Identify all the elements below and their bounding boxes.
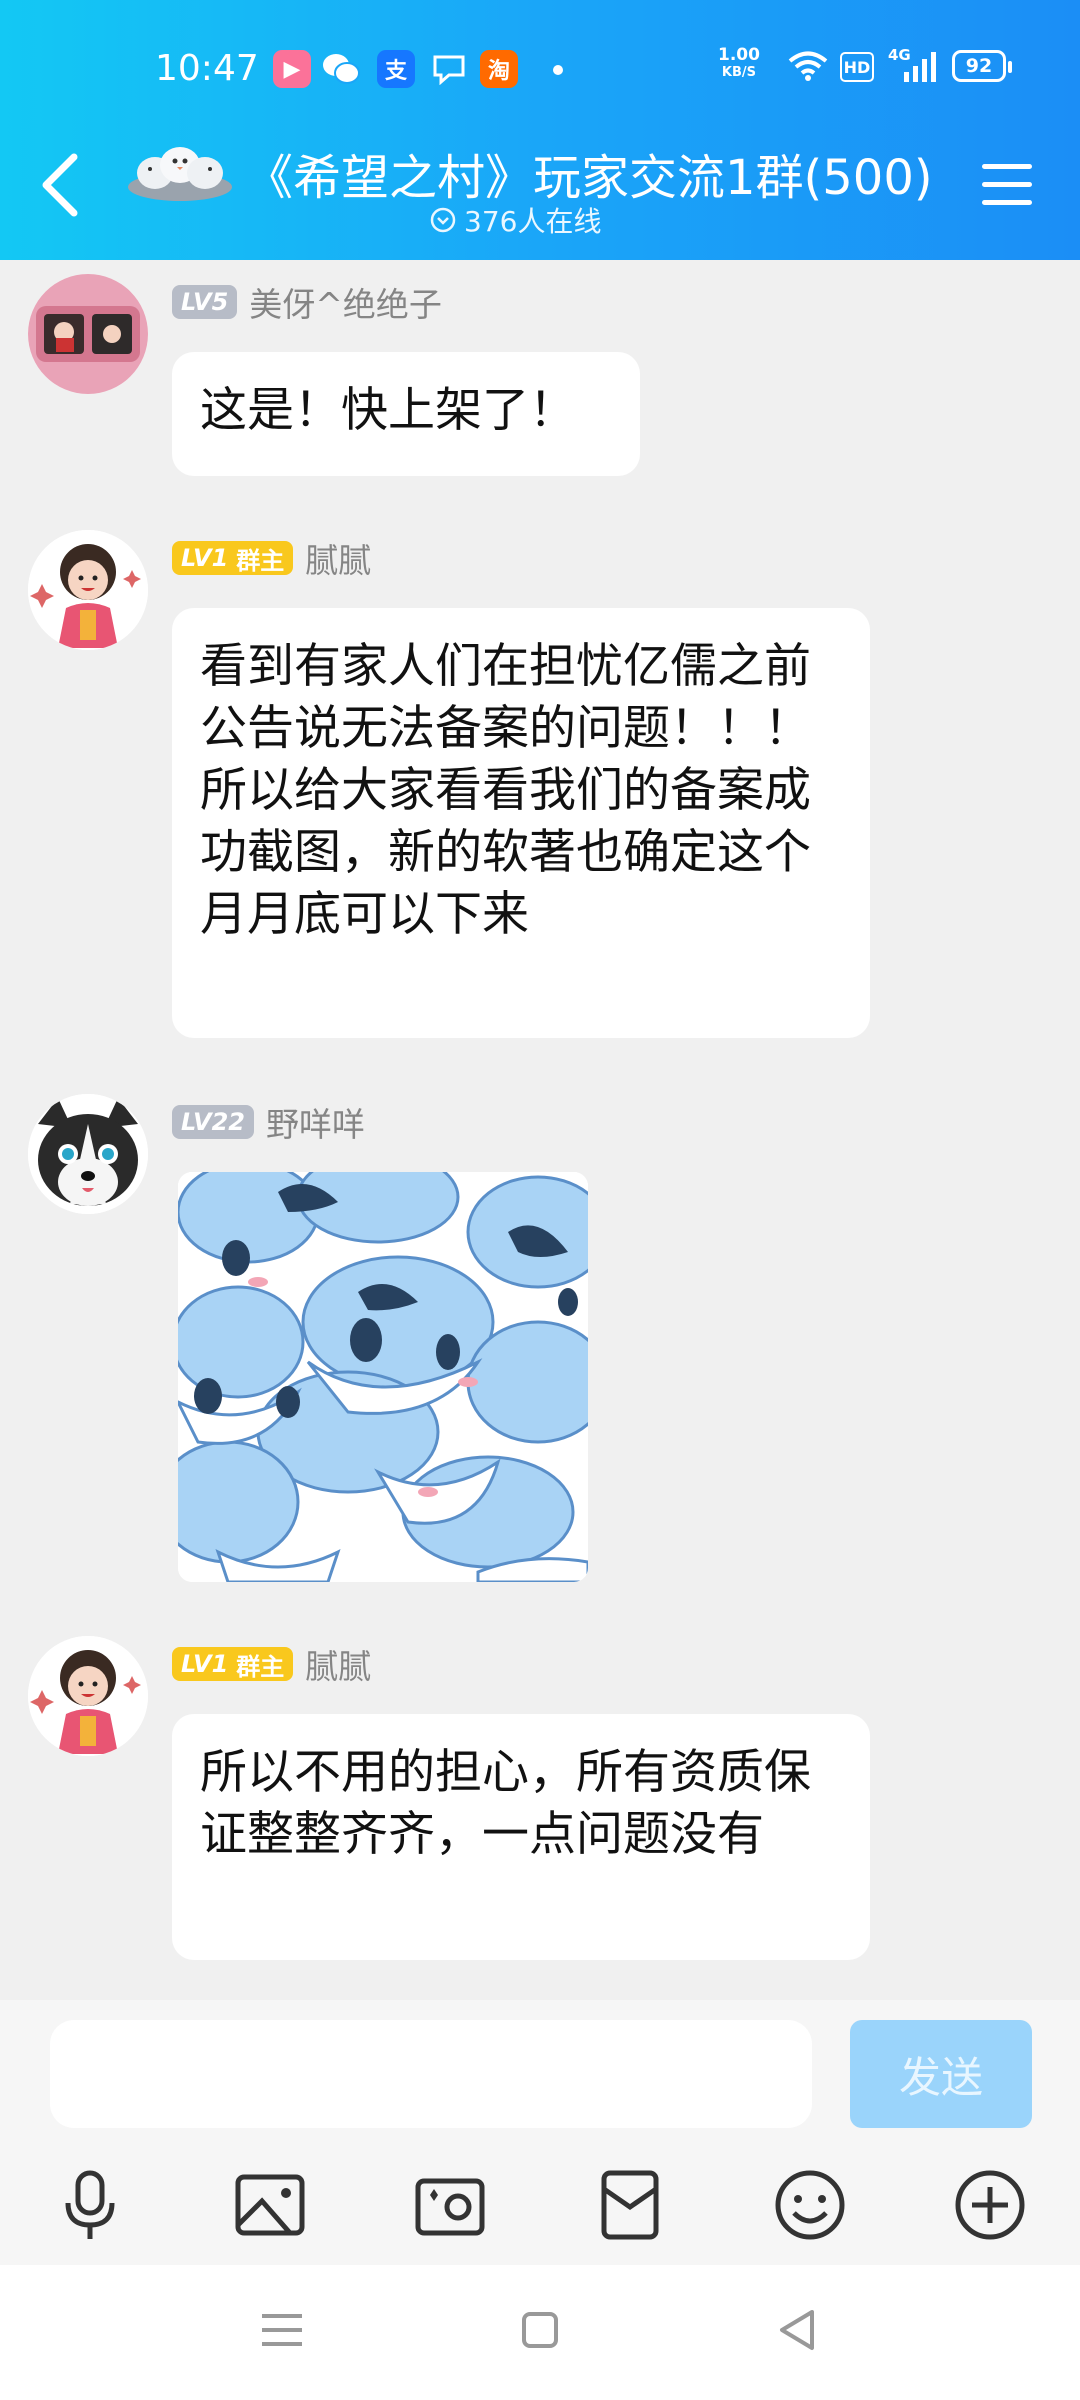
- level-badge: LV5: [172, 285, 238, 319]
- notification-dot: [553, 65, 563, 75]
- menu-button[interactable]: [980, 160, 1034, 210]
- camera-icon[interactable]: [410, 2165, 490, 2245]
- home-icon[interactable]: [510, 2300, 570, 2360]
- chat-bubble-icon: [430, 50, 468, 88]
- message-bubble[interactable]: 看到有家人们在担忧亿儒之前公告说无法备案的问题！！！所以给大家看看我们的备案成功…: [172, 608, 870, 1038]
- level-badge: LV1 群主: [172, 1647, 294, 1681]
- role-text: 群主: [236, 546, 285, 575]
- group-avatar[interactable]: [125, 135, 235, 205]
- network-speed: 1.00 KB/S: [718, 46, 760, 82]
- level-text: LV1: [181, 544, 229, 572]
- avatar[interactable]: [28, 1094, 148, 1214]
- wechat-icon: [322, 50, 360, 88]
- back-button[interactable]: [30, 145, 90, 225]
- online-count: 376人在线: [430, 200, 601, 240]
- network-speed-unit: KB/S: [721, 65, 757, 80]
- input-area: 发送: [0, 2000, 1080, 2265]
- sender-nickname[interactable]: 野咩咩: [266, 1098, 365, 1146]
- message-meta: LV1 群主 腻腻: [172, 534, 371, 582]
- image-message[interactable]: [178, 1172, 588, 1582]
- wifi-icon: [788, 50, 828, 86]
- back-nav-icon[interactable]: [768, 2300, 828, 2360]
- taobao-icon: 淘: [480, 50, 518, 88]
- input-toolbar: [0, 2165, 1080, 2255]
- message-meta: LV5 美伢^绝绝子: [172, 278, 442, 326]
- sender-nickname[interactable]: 腻腻: [305, 534, 371, 582]
- network-speed-value: 1.00: [718, 45, 760, 65]
- hamburger-menu-icon: [982, 164, 1032, 205]
- image-icon[interactable]: [230, 2165, 310, 2245]
- group-title: 《希望之村》玩家交流1群(500): [245, 150, 933, 206]
- bilibili-icon: ▶: [273, 50, 311, 88]
- recent-apps-icon[interactable]: [252, 2300, 312, 2360]
- hd-badge: HD: [840, 52, 874, 82]
- avatar[interactable]: [28, 530, 148, 650]
- message-bubble[interactable]: 这是！快上架了！: [172, 352, 640, 476]
- message-meta: LV22 野咩咩: [172, 1098, 365, 1146]
- message-meta: LV1 群主 腻腻: [172, 1640, 371, 1688]
- online-count-text: 376人在线: [464, 205, 602, 238]
- red-packet-icon[interactable]: [590, 2165, 670, 2245]
- status-bar: 10:47 ▶ 支 淘 1.00 KB/S HD 4G 92: [0, 40, 1080, 100]
- emoji-icon[interactable]: [770, 2165, 850, 2245]
- plus-icon[interactable]: [950, 2165, 1030, 2245]
- signal-icon: [902, 50, 938, 88]
- sender-nickname[interactable]: 腻腻: [305, 1640, 371, 1688]
- whale-sticker-image: [178, 1172, 588, 1582]
- send-button[interactable]: 发送: [850, 2020, 1032, 2128]
- message-input[interactable]: [50, 2020, 812, 2128]
- status-time: 10:47: [155, 48, 259, 89]
- chevron-left-icon: [42, 153, 78, 217]
- avatar[interactable]: [28, 274, 148, 394]
- level-badge: LV22: [172, 1105, 254, 1139]
- chat-header: 10:47 ▶ 支 淘 1.00 KB/S HD 4G 92 《希望之村》玩家交…: [0, 0, 1080, 260]
- online-status-icon: [430, 207, 456, 233]
- battery-indicator: 92: [952, 50, 1012, 82]
- avatar[interactable]: [28, 1636, 148, 1756]
- message-bubble[interactable]: 所以不用的担心，所有资质保证整整齐齐，一点问题没有: [172, 1714, 870, 1960]
- system-nav-bar: [0, 2265, 1080, 2400]
- level-text: LV1: [181, 1650, 229, 1678]
- alipay-icon: 支: [377, 50, 415, 88]
- role-text: 群主: [236, 1652, 285, 1681]
- sender-nickname[interactable]: 美伢^绝绝子: [249, 278, 442, 326]
- microphone-icon[interactable]: [50, 2165, 130, 2245]
- level-badge: LV1 群主: [172, 541, 294, 575]
